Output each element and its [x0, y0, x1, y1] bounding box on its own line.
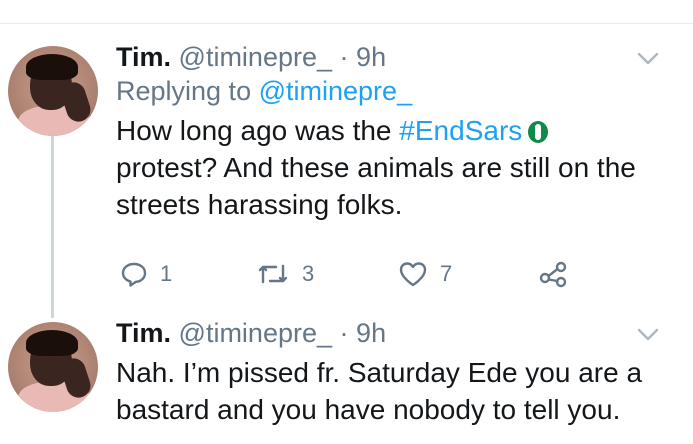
separator-dot: · — [339, 42, 349, 72]
like-count: 7 — [440, 261, 453, 286]
share-icon — [539, 261, 567, 288]
avatar-hair — [26, 330, 78, 356]
tweet-content: Tim. @timinepre_ · 9h Nah. I’m pissed fr… — [116, 316, 676, 428]
replying-to-line: Replying to @timinepre_ — [116, 74, 676, 108]
replying-to-mention[interactable]: @timinepre_ — [259, 76, 412, 106]
top-divider — [0, 23, 693, 24]
chevron-down-icon[interactable] — [637, 52, 659, 66]
timestamp[interactable]: 9h — [356, 42, 386, 72]
retweet-count: 3 — [302, 261, 315, 286]
tweet-header: Tim. @timinepre_ · 9h — [116, 316, 676, 350]
tweet-text: Nah. I’m pissed fr. Saturday Ede you are… — [116, 357, 643, 425]
user-handle[interactable]: @timinepre_ — [179, 318, 332, 348]
reply-count: 1 — [160, 261, 173, 286]
timeline-frame: Tim. @timinepre_ · 9h Replying to @timin… — [0, 0, 693, 444]
avatar[interactable] — [8, 322, 98, 412]
tweet-thread-continuation[interactable]: Tim. @timinepre_ · 9h Nah. I’m pissed fr… — [0, 316, 693, 444]
like-button[interactable]: 7 — [398, 256, 452, 292]
user-handle[interactable]: @timinepre_ — [179, 42, 332, 72]
like-icon — [399, 262, 427, 287]
tweet-text-end: protest? And these animals are still on … — [116, 152, 636, 220]
avatar[interactable] — [8, 46, 98, 136]
display-name[interactable]: Tim. — [116, 42, 171, 72]
tweet-text-start: How long ago was the — [116, 115, 392, 146]
separator-dot: · — [339, 318, 349, 348]
tweet-actions: 1 3 7 — [116, 256, 676, 292]
nigeria-flag-icon — [528, 121, 549, 143]
retweet-button[interactable]: 3 — [256, 256, 314, 292]
timestamp[interactable]: 9h — [356, 318, 386, 348]
reply-icon — [121, 262, 147, 287]
tweet-text: How long ago was the #EndSars protest? A… — [116, 112, 656, 223]
chevron-down-icon[interactable] — [637, 328, 659, 342]
share-button[interactable] — [538, 256, 568, 292]
retweet-icon — [258, 264, 288, 284]
reply-button[interactable]: 1 — [120, 256, 172, 292]
hashtag-link[interactable]: #EndSars — [399, 115, 522, 146]
display-name[interactable]: Tim. — [116, 318, 171, 348]
replying-to-label: Replying to — [116, 76, 252, 106]
avatar-hair — [26, 54, 78, 80]
tweet-header: Tim. @timinepre_ · 9h — [116, 40, 676, 74]
tweet-content: Tim. @timinepre_ · 9h Replying to @timin… — [116, 40, 676, 288]
tweet-reply[interactable]: Tim. @timinepre_ · 9h Replying to @timin… — [0, 40, 693, 300]
